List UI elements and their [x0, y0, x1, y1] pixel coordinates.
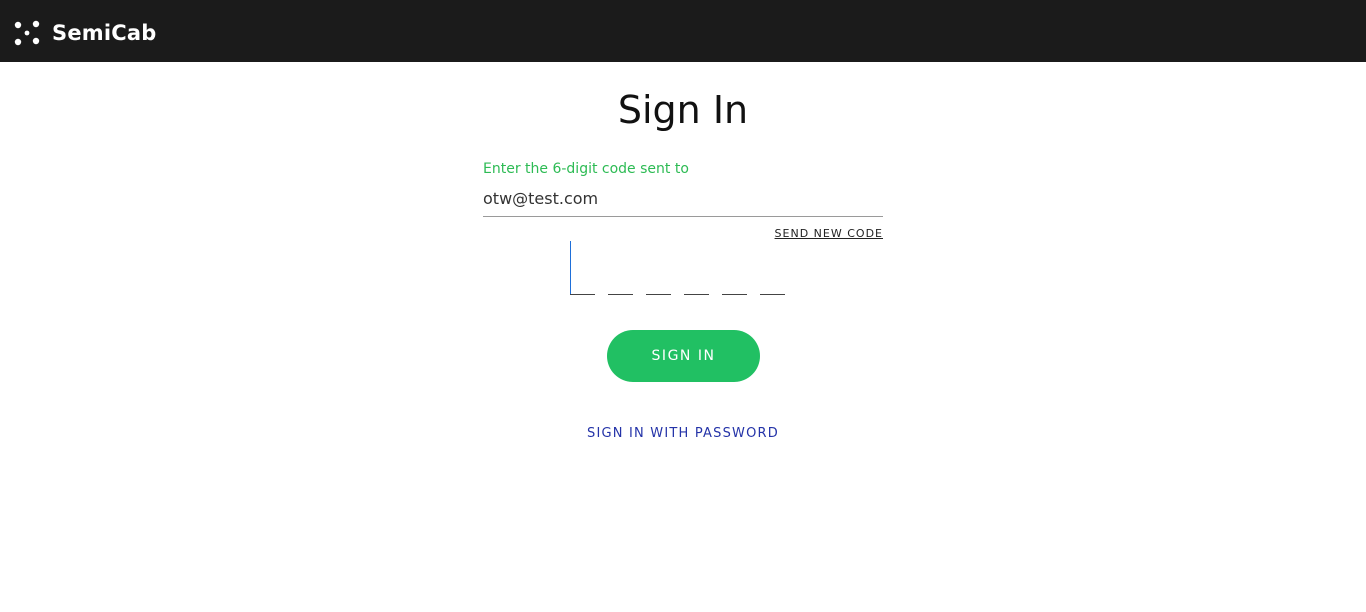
brand-name: SemiCab [52, 21, 157, 45]
top-navbar: SemiCab [0, 0, 1366, 62]
semicab-dots-icon [14, 20, 40, 46]
email-field[interactable] [483, 187, 883, 217]
code-prompt: Enter the 6-digit code sent to [483, 161, 689, 177]
password-link-row: SIGN IN WITH PASSWORD [0, 424, 1366, 444]
code-digit-6[interactable] [760, 241, 785, 295]
code-digit-5[interactable] [722, 241, 747, 295]
page-title: Sign In [617, 88, 749, 132]
code-digit-2[interactable] [608, 241, 633, 295]
code-digit-4[interactable] [684, 241, 709, 295]
logo[interactable]: SemiCab [14, 20, 156, 46]
code-digit-3[interactable] [646, 241, 671, 295]
code-digit-1[interactable] [570, 241, 595, 295]
text-caret [570, 241, 571, 294]
sign-in-form: Enter the 6-digit code sent to SEND NEW … [483, 158, 883, 240]
resend-row: SEND NEW CODE [483, 222, 883, 240]
code-input-group [570, 241, 785, 295]
send-new-code-link[interactable]: SEND NEW CODE [775, 227, 883, 240]
sign-in-button[interactable]: SIGN IN [607, 330, 760, 382]
sign-in-with-password-link[interactable]: SIGN IN WITH PASSWORD [587, 426, 779, 441]
